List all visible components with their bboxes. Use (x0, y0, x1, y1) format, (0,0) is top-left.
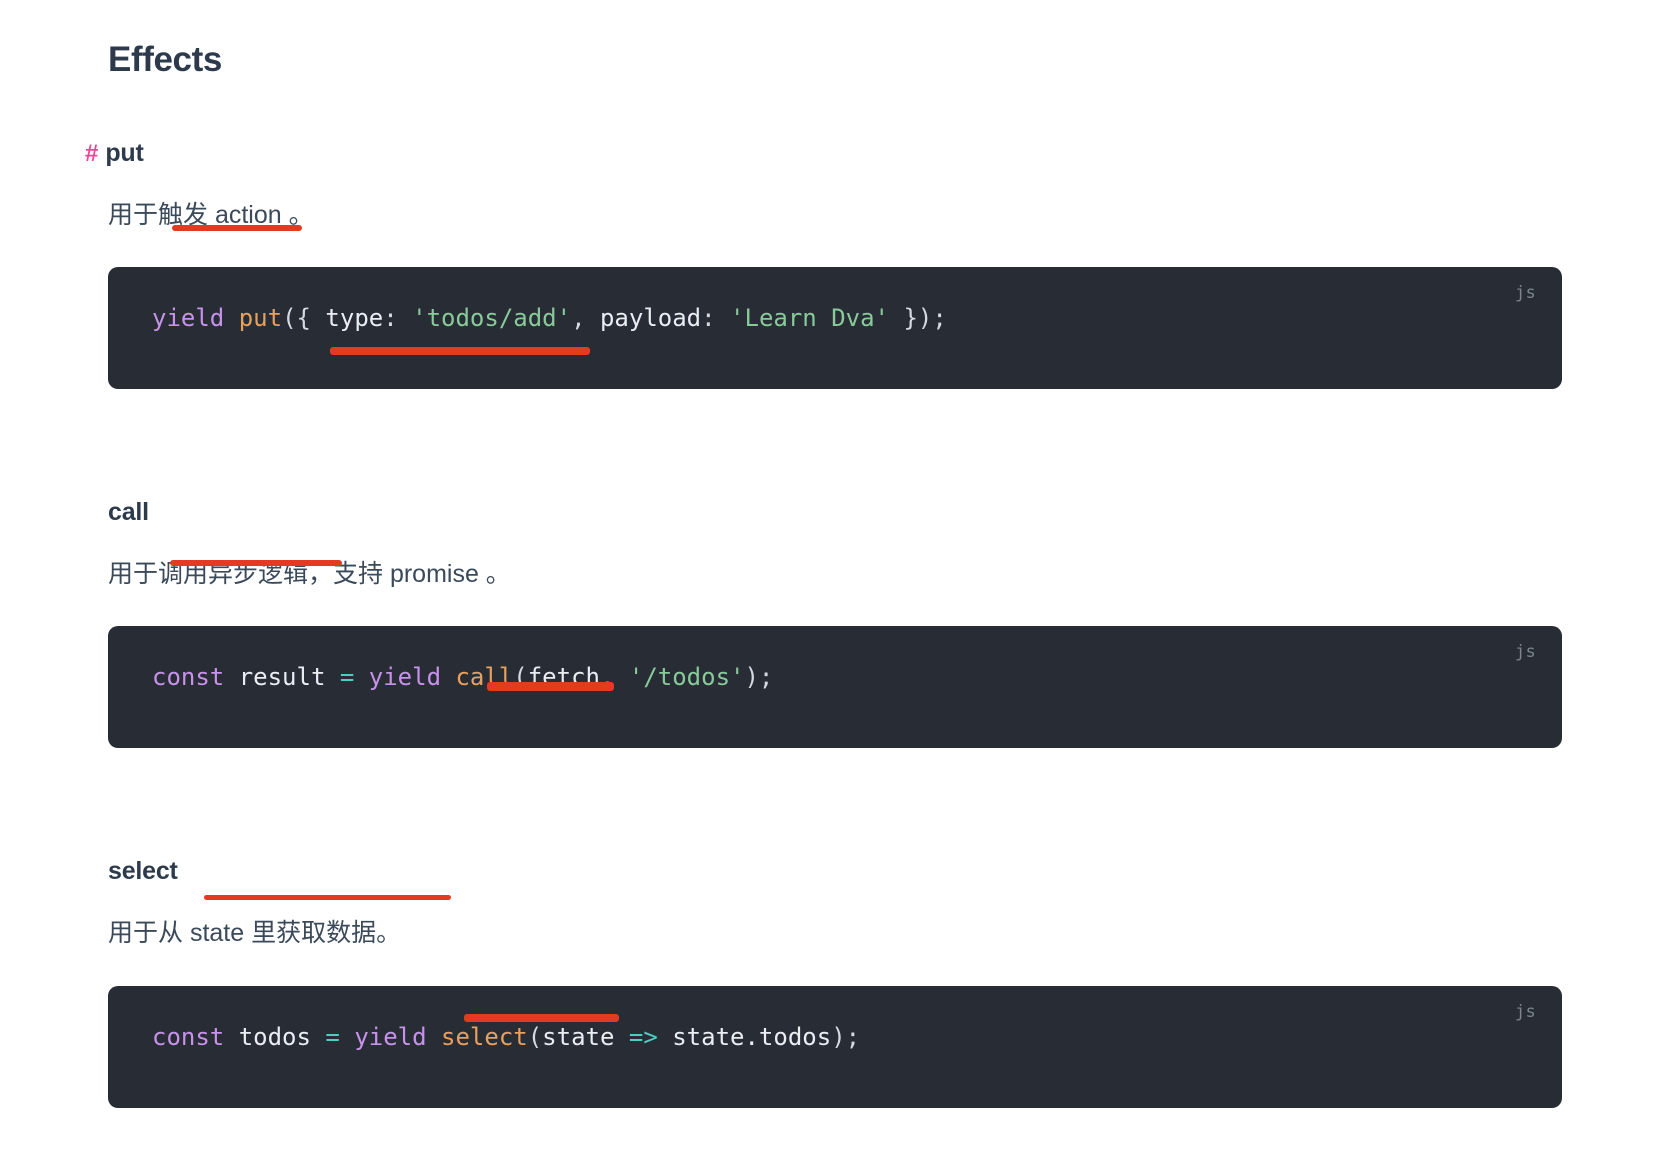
code-token: , (599, 663, 629, 692)
code-token: = (339, 663, 355, 692)
code-token: => (628, 1022, 658, 1051)
code-token: payload (599, 304, 702, 332)
code-block-call: js const result = yield call(fetch, '/to… (108, 626, 1562, 749)
code-block-select: js const todos = yield select(state => s… (108, 985, 1562, 1108)
code-token: ( (513, 663, 528, 692)
document-content: Effects # put 用于触发 action 。 js yield put… (0, 0, 1670, 1108)
code-token: call (455, 663, 514, 692)
code-token: : (383, 304, 413, 332)
description-text: 用于触发 action 。 (108, 200, 314, 229)
section-heading-row-put: # put (85, 138, 1562, 168)
code-token: todos (238, 1022, 311, 1051)
code-token: }); (889, 304, 947, 332)
code-token: const (152, 663, 225, 692)
code-token: const (152, 1022, 225, 1051)
code-token: yield (152, 304, 225, 332)
code-token: = (325, 1022, 340, 1051)
code-block-put: js yield put({ type: 'todos/add', payloa… (108, 267, 1562, 389)
code-content-put[interactable]: yield put({ type: 'todos/add', payload: … (152, 301, 1518, 336)
description-text: 用于调用异步逻辑，支持 promise 。 (108, 560, 511, 588)
section-call: call 用于调用异步逻辑，支持 promise 。 js const resu… (108, 497, 1562, 749)
code-token: state.todos (672, 1022, 832, 1051)
page-title: Effects (108, 40, 222, 79)
code-token: , (571, 304, 600, 332)
section-heading-row-call: call (108, 497, 1562, 527)
code-language-label: js (1514, 283, 1536, 303)
code-token: '/todos' (628, 663, 745, 692)
code-content-select[interactable]: const todos = yield select(state => stat… (152, 1020, 1518, 1055)
code-token: result (238, 663, 326, 692)
code-token: select (441, 1022, 528, 1051)
code-token: type (325, 304, 384, 332)
code-language-label: js (1514, 1001, 1536, 1022)
section-heading-select: select (108, 857, 178, 886)
code-token: ( (527, 1022, 543, 1051)
code-token: fetch (527, 663, 600, 692)
code-token: : (701, 304, 731, 332)
section-put: # put 用于触发 action 。 js yield put({ type:… (85, 138, 1562, 389)
section-heading-row-select: select (108, 856, 1562, 886)
code-content-call[interactable]: const result = yield call(fetch, '/todos… (152, 660, 1518, 695)
section-select: select 用于从 state 里获取数据。 js const todos =… (108, 856, 1562, 1108)
code-token: ); (744, 663, 774, 692)
code-token: ({ (282, 304, 326, 332)
section-heading-call: call (108, 498, 149, 526)
anchor-hash-icon[interactable]: # (85, 141, 98, 166)
code-token: 'Learn Dva' (730, 304, 889, 332)
description-text: 用于从 state 里获取数据。 (108, 919, 402, 948)
code-token: yield (368, 663, 442, 692)
code-token: yield (354, 1022, 427, 1051)
code-token: state (542, 1022, 615, 1051)
code-token: 'todos/add' (412, 304, 572, 332)
code-language-label: js (1514, 642, 1536, 663)
section-description-call: 用于调用异步逻辑，支持 promise 。 (108, 556, 1562, 592)
section-description-put: 用于触发 action 。 (108, 197, 1562, 233)
code-token: ); (831, 1022, 861, 1051)
document-page: Effects # put 用于触发 action 。 js yield put… (0, 0, 1670, 1166)
section-description-select: 用于从 state 里获取数据。 (108, 915, 1562, 951)
section-heading-put: put (105, 138, 144, 167)
code-token: put (238, 304, 283, 332)
